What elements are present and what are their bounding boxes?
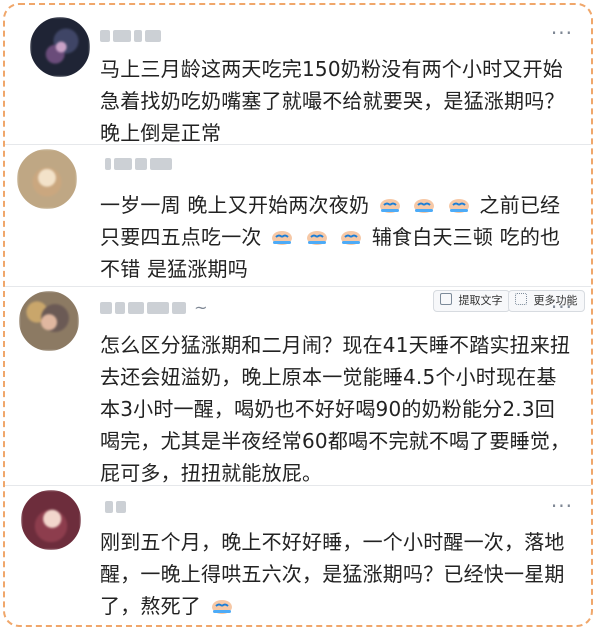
comment-list: ··· 马上三月龄这两天吃完150奶粉没有两个小时又开始急着找奶吃奶嘴塞了就嘬不… bbox=[3, 3, 593, 627]
comment-text-part: 刚到五个月，晚上不好好睡，一个小时醒一次，落地醒，一晚上得哄五六次，是猛涨期吗？… bbox=[100, 530, 565, 618]
crying-face-emoji bbox=[379, 191, 401, 213]
username[interactable]: ~ bbox=[100, 297, 208, 317]
username[interactable] bbox=[105, 153, 175, 170]
avatar[interactable] bbox=[21, 490, 81, 550]
crying-face-emoji bbox=[306, 223, 328, 245]
comment-item-4: ··· 刚到五个月，晚上不好好睡，一个小时醒一次，落地醒，一晚上得哄五六次，是猛… bbox=[5, 486, 591, 625]
comment-item-1: ··· 马上三月龄这两天吃完150奶粉没有两个小时又开始急着找奶吃奶嘴塞了就嘬不… bbox=[5, 5, 591, 147]
more-dots-icon[interactable]: ··· bbox=[551, 494, 573, 518]
comment-line-1: 一岁一周 晚上又开始两次夜奶 之前已经 bbox=[100, 189, 573, 221]
crying-face-emoji bbox=[271, 223, 293, 245]
crying-face-emoji bbox=[448, 191, 470, 213]
comment-text-part: 辅食白天三顿 吃的也 bbox=[371, 225, 561, 249]
more-dots-icon[interactable]: ··· bbox=[551, 295, 573, 319]
avatar[interactable] bbox=[19, 291, 79, 351]
comment-line-3: 不错 是猛涨期吗 bbox=[100, 257, 248, 281]
username-suffix: ~ bbox=[194, 298, 208, 317]
comment-line-2: 只要四五点吃一次 辅食白天三顿 吃的也 bbox=[100, 221, 573, 253]
crying-face-emoji bbox=[211, 592, 233, 614]
comment-text: 刚到五个月，晚上不好好睡，一个小时醒一次，落地醒，一晚上得哄五六次，是猛涨期吗？… bbox=[100, 526, 573, 622]
comment-text: 怎么区分猛涨期和二月闹？现在41天睡不踏实扭来扭去还会妞溢奶，晚上原本一觉能睡4… bbox=[100, 333, 571, 485]
username[interactable] bbox=[105, 496, 129, 513]
avatar[interactable] bbox=[17, 149, 77, 209]
avatar[interactable] bbox=[30, 17, 90, 77]
username[interactable] bbox=[100, 25, 164, 42]
comment-text-part: 之前已经 bbox=[479, 193, 561, 217]
comment-text: 马上三月龄这两天吃完150奶粉没有两个小时又开始急着找奶吃奶嘴塞了就嘬不给就要哭… bbox=[100, 57, 565, 145]
comment-item-2: 提取文字 更多功能 一岁一周 晚上又开始两次夜奶 之前已经 只要四五点吃一次 辅… bbox=[5, 145, 591, 312]
comment-text-part: 一岁一周 晚上又开始两次夜奶 bbox=[100, 193, 370, 217]
crying-face-emoji bbox=[413, 191, 435, 213]
more-dots-icon[interactable]: ··· bbox=[551, 21, 573, 45]
comment-item-3: ~ ··· 怎么区分猛涨期和二月闹？现在41天睡不踏实扭来扭去还会妞溢奶，晚上原… bbox=[5, 287, 591, 485]
crying-face-emoji bbox=[340, 223, 362, 245]
comment-text: 一岁一周 晚上又开始两次夜奶 之前已经 只要四五点吃一次 辅食白天三顿 吃的也 … bbox=[100, 189, 573, 285]
comment-text-part: 只要四五点吃一次 bbox=[100, 225, 262, 249]
